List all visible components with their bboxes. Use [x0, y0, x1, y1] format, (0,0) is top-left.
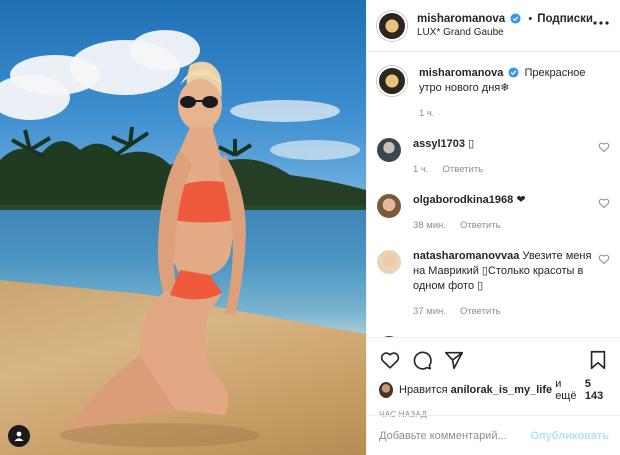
comment-item: natasharomanovvaa Увезите меня на Маврик…: [377, 249, 610, 319]
post-header: misharomanova • Подписки LUX* Grand Gaub…: [367, 0, 620, 52]
comment-item: assyl1703 ▯ 1 ч. Ответить: [377, 137, 610, 177]
liker-avatar[interactable]: [379, 382, 393, 398]
comment-input[interactable]: [379, 429, 531, 442]
reply-button[interactable]: Ответить: [460, 220, 501, 231]
comment-composer: Опубликовать: [367, 415, 620, 455]
likes-count[interactable]: 5 143: [585, 378, 609, 402]
verified-badge-icon: [508, 67, 519, 78]
post-actions: Нравится anilorak_is_my_life и ещё 5 143…: [367, 337, 620, 419]
like-comment-heart-icon[interactable]: [598, 253, 610, 265]
commenter-username[interactable]: assyl1703: [413, 138, 465, 150]
comment-icon[interactable]: [411, 349, 433, 371]
share-icon[interactable]: [443, 349, 465, 371]
like-comment-heart-icon[interactable]: [598, 141, 610, 153]
commenter-avatar[interactable]: [377, 194, 401, 218]
comment-text: ❤: [516, 194, 526, 206]
comment-time: 1 ч.: [413, 164, 429, 175]
commenter-avatar[interactable]: [377, 138, 401, 162]
comments-list[interactable]: misharomanova Прекрасное утро нового дня…: [367, 52, 620, 337]
follow-button[interactable]: Подписки: [537, 13, 593, 25]
comment-time: 38 мин.: [413, 220, 446, 231]
commenter-avatar[interactable]: [377, 250, 401, 274]
liker-username[interactable]: anilorak_is_my_life: [451, 384, 553, 396]
commenter-username[interactable]: natasharomanovvaa: [413, 250, 519, 262]
reply-button[interactable]: Ответить: [460, 306, 501, 317]
author-avatar[interactable]: [377, 10, 407, 41]
reply-button[interactable]: Ответить: [443, 164, 484, 175]
woman-figure: [60, 61, 260, 447]
author-username[interactable]: misharomanova: [417, 13, 505, 25]
caption-time: 1 ч.: [419, 108, 435, 119]
like-heart-icon[interactable]: [379, 349, 401, 371]
caption-avatar[interactable]: [377, 66, 407, 96]
likes-middle: и ещё: [555, 378, 577, 402]
comment-item: olgaborodkina1968 ❤ 38 мин. Ответить: [377, 193, 610, 233]
user-tag-icon[interactable]: [8, 425, 30, 447]
commenter-username[interactable]: olgaborodkina1968: [413, 194, 513, 206]
comment-text: ▯: [468, 138, 475, 150]
likes-summary: Нравится anilorak_is_my_life и ещё 5 143: [379, 378, 609, 402]
comment-time: 37 мин.: [413, 306, 446, 317]
caption-username[interactable]: misharomanova: [419, 67, 503, 79]
publish-button[interactable]: Опубликовать: [530, 430, 609, 442]
more-options-icon[interactable]: [592, 14, 610, 32]
bookmark-icon[interactable]: [587, 349, 609, 371]
post-caption: misharomanova Прекрасное утро нового дня…: [377, 66, 610, 121]
post-photo[interactable]: [0, 0, 366, 455]
verified-badge-icon: [510, 12, 521, 24]
post-location[interactable]: LUX* Grand Gaube: [417, 26, 593, 40]
like-comment-heart-icon[interactable]: [598, 197, 610, 209]
post-side-panel: misharomanova • Подписки LUX* Grand Gaub…: [366, 0, 620, 455]
likes-prefix: Нравится: [399, 384, 448, 396]
separator-dot: •: [528, 12, 533, 25]
instagram-post: misharomanova • Подписки LUX* Grand Gaub…: [0, 0, 620, 455]
